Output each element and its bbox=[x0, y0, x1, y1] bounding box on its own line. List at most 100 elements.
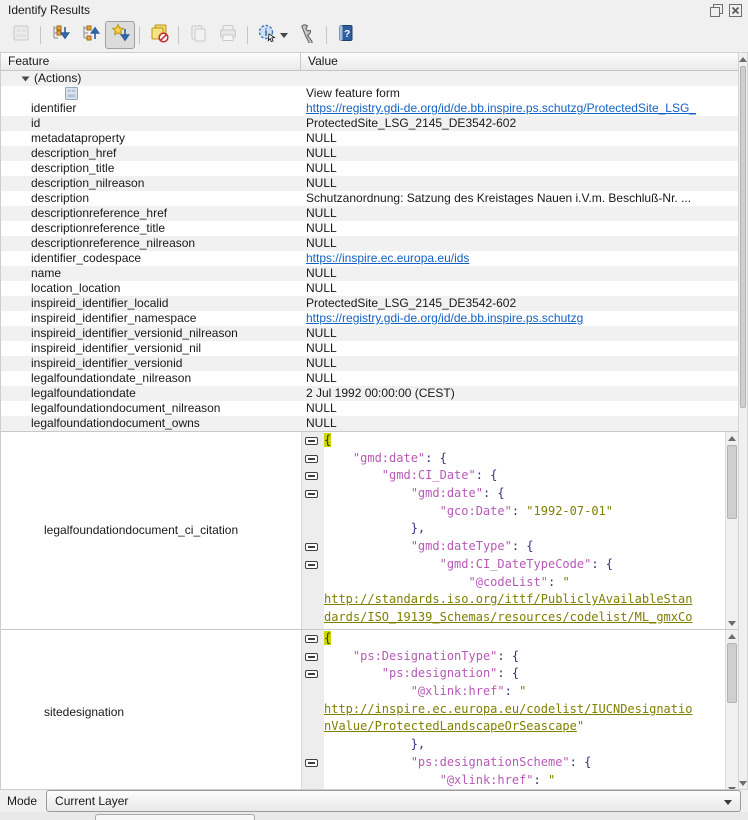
json-code-viewer[interactable]: { "gmd:date": { "gmd:CI_Date": { "gmd:da… bbox=[301, 432, 738, 629]
scroll-down-arrow-icon[interactable] bbox=[726, 783, 738, 790]
collapse-tree-icon bbox=[80, 23, 100, 48]
identify-features-icon: i bbox=[257, 23, 277, 48]
code-text: { bbox=[324, 432, 331, 450]
editor-scrollbar[interactable] bbox=[725, 432, 738, 629]
collapse-tree-button[interactable] bbox=[75, 21, 105, 49]
identify-mode-button[interactable]: i bbox=[252, 21, 292, 49]
float-panel-icon[interactable] bbox=[709, 3, 723, 17]
scrollbar-thumb[interactable] bbox=[727, 643, 737, 703]
fold-gutter bbox=[302, 432, 324, 450]
scroll-up-arrow-icon[interactable] bbox=[726, 630, 738, 642]
table-row[interactable]: legalfoundationdate2 Jul 1992 00:00:00 (… bbox=[1, 386, 738, 401]
table-row[interactable]: legalfoundationdate_nilreasonNULL bbox=[1, 371, 738, 386]
table-row[interactable]: idProtectedSite_LSG_2145_DE3542-602 bbox=[1, 116, 738, 131]
clear-results-icon bbox=[149, 23, 169, 48]
clear-results-button[interactable] bbox=[144, 21, 174, 49]
table-row[interactable]: location_locationNULL bbox=[1, 281, 738, 296]
expander-icon[interactable] bbox=[21, 74, 30, 83]
code-line: }, bbox=[302, 736, 725, 754]
table-row[interactable]: View feature form bbox=[1, 86, 738, 101]
attribute-name: descriptionreference_nilreason bbox=[1, 236, 301, 251]
help-icon: ? bbox=[336, 23, 356, 48]
code-line: "ps:designationScheme": { bbox=[302, 754, 725, 772]
column-header-value[interactable]: Value bbox=[301, 53, 738, 70]
code-line: "gco:Date": "1992-07-01" bbox=[302, 503, 725, 521]
identify-settings-button[interactable] bbox=[292, 21, 322, 49]
help-button[interactable]: ? bbox=[331, 21, 361, 49]
value-cell: https://inspire.ec.europa.eu/ids bbox=[301, 251, 738, 266]
fold-marker-icon[interactable] bbox=[305, 635, 318, 643]
expand-new-results-button[interactable] bbox=[105, 21, 135, 49]
json-code-viewer[interactable]: { "ps:DesignationType": { "ps:designatio… bbox=[301, 630, 738, 790]
value-link[interactable]: https://registry.gdi-de.org/id/de.bb.ins… bbox=[306, 101, 696, 115]
table-row[interactable]: inspireid_identifier_namespacehttps://re… bbox=[1, 311, 738, 326]
table-row[interactable]: sitedesignation{ "ps:DesignationType": {… bbox=[1, 629, 738, 790]
table-row[interactable]: description_nilreasonNULL bbox=[1, 176, 738, 191]
copy-feature-button[interactable] bbox=[183, 21, 213, 49]
action-label[interactable]: View feature form bbox=[301, 86, 738, 101]
open-form-button[interactable] bbox=[6, 21, 36, 49]
scrollbar-thumb[interactable] bbox=[727, 445, 737, 519]
table-row[interactable]: descriptionreference_titleNULL bbox=[1, 221, 738, 236]
attribute-value: NULL bbox=[301, 281, 738, 296]
toolbar-separator bbox=[247, 26, 248, 44]
code-text: "gco:Date": "1992-07-01" bbox=[324, 503, 613, 521]
table-row[interactable]: descriptionreference_nilreasonNULL bbox=[1, 236, 738, 251]
attribute-value: NULL bbox=[301, 416, 738, 431]
scroll-up-arrow-icon[interactable] bbox=[726, 432, 738, 444]
fold-marker-icon[interactable] bbox=[305, 759, 318, 767]
wrench-icon bbox=[297, 23, 317, 48]
editor-scrollbar[interactable] bbox=[725, 630, 738, 790]
attribute-name: description_nilreason bbox=[1, 176, 301, 191]
value-link[interactable]: https://registry.gdi-de.org/id/de.bb.ins… bbox=[306, 311, 583, 325]
table-row[interactable]: description_hrefNULL bbox=[1, 146, 738, 161]
table-row[interactable]: nameNULL bbox=[1, 266, 738, 281]
fold-gutter bbox=[302, 736, 324, 754]
table-row[interactable]: legalfoundationdocument_nilreasonNULL bbox=[1, 401, 738, 416]
attribute-name: description_href bbox=[1, 146, 301, 161]
table-row[interactable]: description_titleNULL bbox=[1, 161, 738, 176]
results-table-body: (Actions)View feature formidentifierhttp… bbox=[1, 71, 738, 790]
fold-gutter bbox=[302, 556, 324, 574]
table-row[interactable]: identifierhttps://registry.gdi-de.org/id… bbox=[1, 101, 738, 116]
table-row[interactable]: (Actions) bbox=[1, 71, 738, 86]
attribute-value: NULL bbox=[301, 356, 738, 371]
scroll-up-arrow-icon[interactable] bbox=[739, 53, 747, 65]
expand-tree-button[interactable] bbox=[45, 21, 75, 49]
table-row[interactable]: descriptionSchutzanordnung: Satzung des … bbox=[1, 191, 738, 206]
fold-marker-icon[interactable] bbox=[305, 437, 318, 445]
scrollbar-thumb[interactable] bbox=[740, 66, 746, 408]
table-row[interactable]: descriptionreference_hrefNULL bbox=[1, 206, 738, 221]
table-vertical-scrollbar[interactable] bbox=[738, 52, 748, 790]
fold-marker-icon[interactable] bbox=[305, 472, 318, 480]
print-response-button[interactable] bbox=[213, 21, 243, 49]
table-row[interactable]: identifier_codespace https://inspire.ec.e… bbox=[1, 251, 738, 266]
fold-marker-icon[interactable] bbox=[305, 455, 318, 463]
close-panel-icon[interactable] bbox=[728, 3, 742, 17]
table-row[interactable]: inspireid_identifier_versionid_nilNULL bbox=[1, 341, 738, 356]
mode-combobox-value: Current Layer bbox=[55, 794, 128, 808]
fold-marker-icon[interactable] bbox=[305, 543, 318, 551]
value-link[interactable]: https://inspire.ec.europa.eu/ids bbox=[306, 251, 469, 265]
feature-cell bbox=[1, 86, 301, 101]
fold-marker-icon[interactable] bbox=[305, 561, 318, 569]
scroll-down-arrow-icon[interactable] bbox=[739, 777, 747, 789]
mode-combobox[interactable]: Current Layer bbox=[46, 790, 741, 812]
scroll-down-arrow-icon[interactable] bbox=[726, 617, 738, 629]
table-header: Feature Value bbox=[1, 53, 738, 71]
table-row[interactable]: inspireid_identifier_localidProtectedSit… bbox=[1, 296, 738, 311]
column-header-feature[interactable]: Feature bbox=[1, 53, 301, 70]
table-row[interactable]: legalfoundationdocument_ci_citation{ "gm… bbox=[1, 431, 738, 629]
table-row[interactable]: metadatapropertyNULL bbox=[1, 131, 738, 146]
attribute-name: identifier_codespace bbox=[1, 251, 301, 266]
fold-marker-icon[interactable] bbox=[305, 653, 318, 661]
fold-gutter bbox=[302, 574, 324, 592]
fold-marker-icon[interactable] bbox=[305, 670, 318, 678]
table-row[interactable]: inspireid_identifier_versionidNULL bbox=[1, 356, 738, 371]
fold-marker-icon[interactable] bbox=[305, 490, 318, 498]
code-text: "@codeList": " bbox=[324, 574, 570, 592]
table-row[interactable]: inspireid_identifier_versionid_nilreason… bbox=[1, 326, 738, 341]
fold-gutter bbox=[302, 485, 324, 503]
table-row[interactable]: legalfoundationdocument_ownsNULL bbox=[1, 416, 738, 431]
fold-gutter bbox=[302, 591, 324, 609]
